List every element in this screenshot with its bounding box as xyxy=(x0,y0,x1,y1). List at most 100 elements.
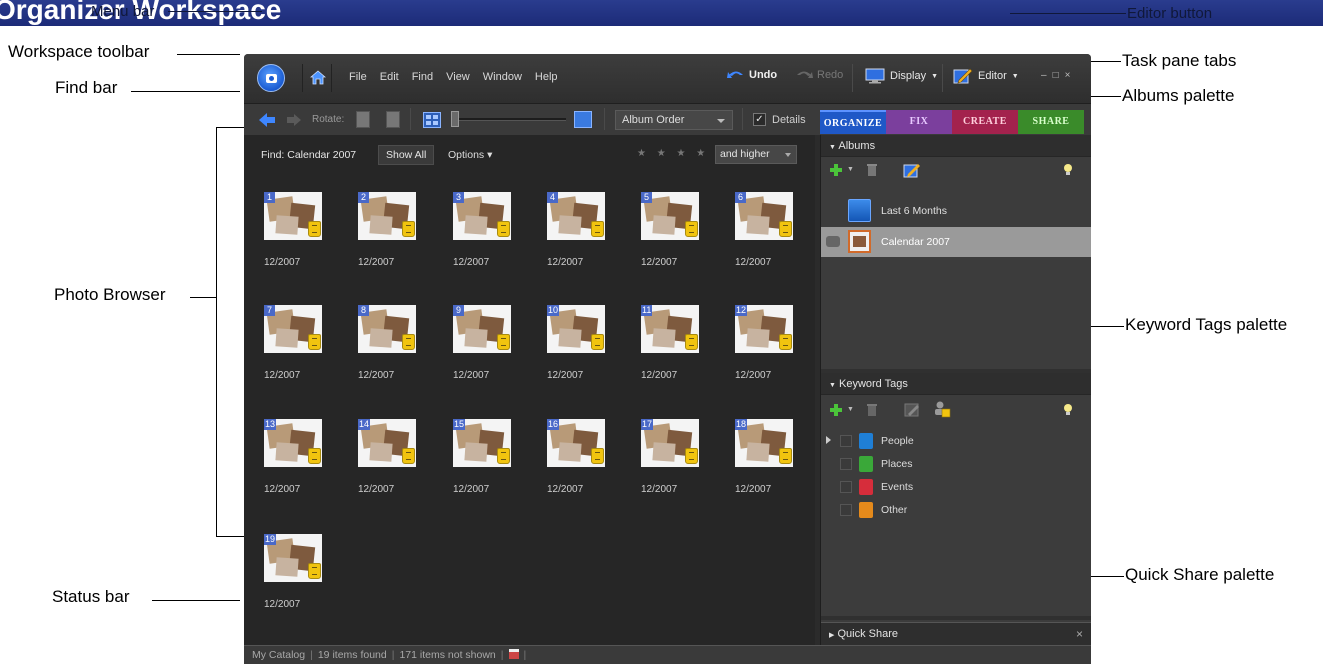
edit-album-icon[interactable] xyxy=(903,163,921,179)
tab-organize[interactable]: ORGANIZE xyxy=(820,110,886,134)
photo-thumbnail[interactable]: 5 12/2007 xyxy=(641,192,717,282)
trash-icon[interactable] xyxy=(866,403,878,417)
photo-thumbnail[interactable]: 6 12/2007 xyxy=(735,192,811,282)
keyword-checkbox[interactable] xyxy=(840,458,852,470)
add-album-icon[interactable] xyxy=(829,163,843,177)
thumbnail-size-slider[interactable] xyxy=(454,118,566,121)
photo-thumbnail[interactable]: 10 12/2007 xyxy=(547,305,623,395)
editor-button[interactable]: Editor ▼ xyxy=(953,67,1019,85)
sort-order-select[interactable]: Album Order xyxy=(615,110,733,130)
callout-quick-share-palette: Quick Share palette xyxy=(1125,565,1275,584)
menu-help[interactable]: Help xyxy=(535,71,558,83)
maximize-icon[interactable]: □ xyxy=(1053,70,1059,81)
toolbar-divider xyxy=(410,108,411,130)
forward-arrow-icon[interactable] xyxy=(286,112,302,128)
menu-window[interactable]: Window xyxy=(483,71,522,83)
photo-number-badge: 15 xyxy=(453,419,466,430)
keyword-checkbox[interactable] xyxy=(840,435,852,447)
chevron-down-icon[interactable]: ▼ xyxy=(847,406,854,413)
chevron-down-icon[interactable]: ▼ xyxy=(847,166,854,173)
photo-thumbnail[interactable]: 1 12/2007 xyxy=(264,192,340,282)
photo-date: 12/2007 xyxy=(641,484,678,495)
callout-status-bar: Status bar xyxy=(52,587,130,606)
keyword-category-other[interactable]: Other xyxy=(821,499,1091,521)
tab-create[interactable]: CREATE xyxy=(952,110,1018,134)
redo-button[interactable]: Redo xyxy=(795,69,843,81)
photo-thumbnail[interactable]: 12 12/2007 xyxy=(735,305,811,395)
photo-thumbnail[interactable]: 19 12/2007 xyxy=(264,534,340,624)
photo-thumbnail[interactable]: 4 12/2007 xyxy=(547,192,623,282)
photo-thumbnail[interactable]: 2 12/2007 xyxy=(358,192,434,282)
task-pane: ▼ Albums ▼ Last 6 Months Calendar 2007 ▼… xyxy=(820,135,1091,645)
show-all-button[interactable]: Show All xyxy=(378,145,435,165)
catalog-name[interactable]: My Catalog xyxy=(252,649,305,661)
keyword-checkbox[interactable] xyxy=(840,504,852,516)
keyword-category-people[interactable]: People xyxy=(821,430,1091,452)
tab-fix[interactable]: FIX xyxy=(886,110,952,134)
keyword-tag-icon xyxy=(779,448,792,464)
keyword-tags-header[interactable]: ▼ Keyword Tags xyxy=(821,373,1091,395)
photo-date: 12/2007 xyxy=(264,257,301,268)
calendar-status-icon[interactable] xyxy=(508,649,519,659)
album-item-last-6-months[interactable]: Last 6 Months xyxy=(821,196,1091,226)
rotate-right-icon[interactable] xyxy=(386,111,400,128)
rotate-left-icon[interactable] xyxy=(356,111,370,128)
keyword-tags-title: Keyword Tags xyxy=(839,378,908,390)
rating-comparison-select[interactable]: and higher xyxy=(715,145,797,164)
quick-share-header[interactable]: ▶ Quick Share × xyxy=(821,622,1091,645)
photo-number-badge: 8 xyxy=(358,305,369,316)
photo-thumbnail[interactable]: 14 12/2007 xyxy=(358,419,434,509)
keyword-checkbox[interactable] xyxy=(840,481,852,493)
add-tag-icon[interactable] xyxy=(829,403,843,417)
photo-thumbnail[interactable]: 9 12/2007 xyxy=(453,305,529,395)
menu-file[interactable]: File xyxy=(349,71,367,83)
back-arrow-icon[interactable] xyxy=(258,112,276,128)
keyword-category-places[interactable]: Places xyxy=(821,453,1091,475)
edit-tag-icon[interactable] xyxy=(904,403,920,417)
tab-share[interactable]: SHARE xyxy=(1018,110,1084,134)
expand-triangle-icon[interactable] xyxy=(826,436,831,444)
photo-thumbnail[interactable]: 8 12/2007 xyxy=(358,305,434,395)
single-photo-view-icon[interactable] xyxy=(574,111,592,128)
photo-thumbnail[interactable]: 16 12/2007 xyxy=(547,419,623,509)
menu-find[interactable]: Find xyxy=(412,71,433,83)
lightbulb-icon[interactable] xyxy=(1063,163,1073,177)
person-tag-icon[interactable] xyxy=(933,400,951,418)
camera-icon[interactable] xyxy=(257,64,285,92)
palette-splitter[interactable] xyxy=(821,616,1091,620)
callout-line-task-pane-tabs xyxy=(1087,61,1121,62)
lightbulb-icon[interactable] xyxy=(1063,403,1073,417)
small-thumbnails-icon[interactable] xyxy=(423,112,441,128)
photo-thumbnail[interactable]: 7 12/2007 xyxy=(264,305,340,395)
menu-view[interactable]: View xyxy=(446,71,470,83)
keyword-category-events[interactable]: Events xyxy=(821,476,1091,498)
undo-button[interactable]: Undo xyxy=(727,69,777,81)
photo-thumbnail[interactable]: 13 12/2007 xyxy=(264,419,340,509)
trash-icon[interactable] xyxy=(866,163,878,177)
options-menu[interactable]: Options ▾ xyxy=(448,149,492,161)
photo-thumbnail[interactable]: 15 12/2007 xyxy=(453,419,529,509)
find-query-label: Find: Calendar 2007 xyxy=(261,149,357,161)
minimize-icon[interactable]: – xyxy=(1041,70,1047,81)
details-checkbox[interactable]: ✓ xyxy=(753,113,766,126)
close-icon[interactable]: × xyxy=(1065,70,1071,81)
photo-date: 12/2007 xyxy=(358,484,395,495)
photo-thumbnail[interactable]: 18 12/2007 xyxy=(735,419,811,509)
slider-handle[interactable] xyxy=(451,111,459,127)
toolbar-divider xyxy=(942,64,943,92)
events-category-icon xyxy=(859,479,873,495)
home-button[interactable] xyxy=(302,64,332,92)
menu-edit[interactable]: Edit xyxy=(380,71,399,83)
display-button[interactable]: Display ▼ xyxy=(865,68,938,84)
photo-thumbnail[interactable]: 11 12/2007 xyxy=(641,305,717,395)
chevron-down-icon: ▼ xyxy=(1011,72,1019,80)
albums-header[interactable]: ▼ Albums xyxy=(821,135,1091,157)
keyword-tag-icon xyxy=(497,221,510,237)
album-item-calendar-2007[interactable]: Calendar 2007 xyxy=(821,227,1091,257)
photo-thumbnail[interactable]: 3 12/2007 xyxy=(453,192,529,282)
photo-date: 12/2007 xyxy=(358,257,395,268)
close-icon[interactable]: × xyxy=(1076,627,1083,641)
photo-date: 12/2007 xyxy=(358,370,395,381)
photo-thumbnail[interactable]: 17 12/2007 xyxy=(641,419,717,509)
collapse-triangle-icon: ▼ xyxy=(829,144,836,151)
